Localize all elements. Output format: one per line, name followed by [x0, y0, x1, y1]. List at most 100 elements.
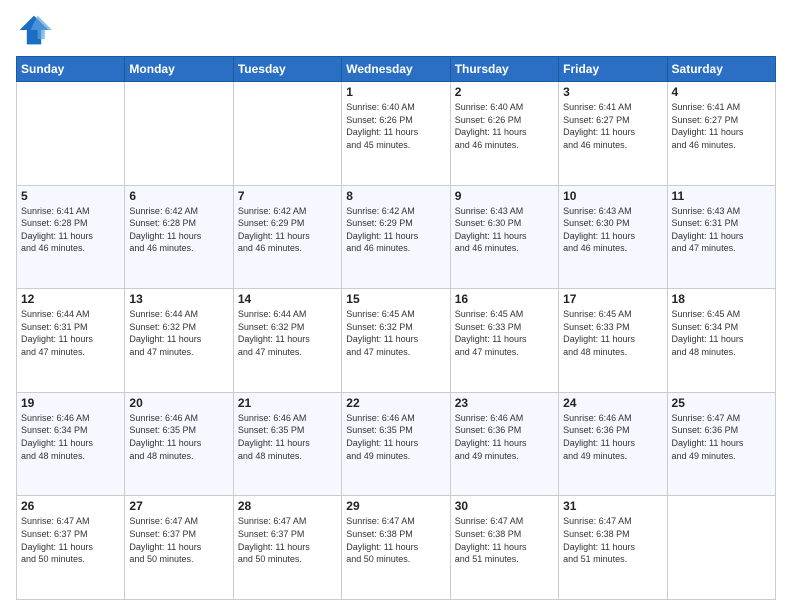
day-number: 18 — [672, 292, 771, 306]
day-info: Sunrise: 6:46 AM Sunset: 6:35 PM Dayligh… — [346, 412, 445, 462]
calendar-header-wednesday: Wednesday — [342, 57, 450, 82]
day-number: 11 — [672, 189, 771, 203]
calendar-header-monday: Monday — [125, 57, 233, 82]
day-number: 23 — [455, 396, 554, 410]
day-number: 13 — [129, 292, 228, 306]
calendar-cell: 18 Sunrise: 6:45 AM Sunset: 6:34 PM Dayli… — [667, 289, 775, 393]
day-info: Sunrise: 6:47 AM Sunset: 6:36 PM Dayligh… — [672, 412, 771, 462]
day-info: Sunrise: 6:41 AM Sunset: 6:27 PM Dayligh… — [563, 101, 662, 151]
day-info: Sunrise: 6:47 AM Sunset: 6:37 PM Dayligh… — [238, 515, 337, 565]
calendar-cell: 22 Sunrise: 6:46 AM Sunset: 6:35 PM Dayli… — [342, 392, 450, 496]
day-number: 8 — [346, 189, 445, 203]
day-number: 27 — [129, 499, 228, 513]
day-number: 14 — [238, 292, 337, 306]
calendar-week-2: 12 Sunrise: 6:44 AM Sunset: 6:31 PM Dayli… — [17, 289, 776, 393]
calendar-cell — [233, 82, 341, 186]
day-number: 25 — [672, 396, 771, 410]
calendar-cell — [125, 82, 233, 186]
header — [16, 12, 776, 48]
calendar-cell: 4Sunrise: 6:41 AM Sunset: 6:27 PM Daylig… — [667, 82, 775, 186]
day-info: Sunrise: 6:45 AM Sunset: 6:32 PM Dayligh… — [346, 308, 445, 358]
day-info: Sunrise: 6:45 AM Sunset: 6:34 PM Dayligh… — [672, 308, 771, 358]
day-number: 15 — [346, 292, 445, 306]
day-number: 10 — [563, 189, 662, 203]
day-info: Sunrise: 6:45 AM Sunset: 6:33 PM Dayligh… — [563, 308, 662, 358]
day-info: Sunrise: 6:47 AM Sunset: 6:38 PM Dayligh… — [563, 515, 662, 565]
day-number: 19 — [21, 396, 120, 410]
day-number: 12 — [21, 292, 120, 306]
day-info: Sunrise: 6:40 AM Sunset: 6:26 PM Dayligh… — [455, 101, 554, 151]
day-number: 9 — [455, 189, 554, 203]
day-number: 29 — [346, 499, 445, 513]
day-number: 21 — [238, 396, 337, 410]
calendar-week-0: 1 Sunrise: 6:40 AM Sunset: 6:26 PM Daylig… — [17, 82, 776, 186]
day-info: Sunrise: 6:42 AM Sunset: 6:29 PM Dayligh… — [346, 205, 445, 255]
day-info: Sunrise: 6:42 AM Sunset: 6:28 PM Dayligh… — [129, 205, 228, 255]
day-info: Sunrise: 6:44 AM Sunset: 6:32 PM Dayligh… — [238, 308, 337, 358]
day-number: 2 — [455, 85, 554, 99]
day-info: Sunrise: 6:47 AM Sunset: 6:38 PM Dayligh… — [346, 515, 445, 565]
day-number: 1 — [346, 85, 445, 99]
day-info: Sunrise: 6:45 AM Sunset: 6:33 PM Dayligh… — [455, 308, 554, 358]
day-number: 28 — [238, 499, 337, 513]
calendar-week-3: 19 Sunrise: 6:46 AM Sunset: 6:34 PM Dayli… — [17, 392, 776, 496]
calendar-header-row: SundayMondayTuesdayWednesdayThursdayFrid… — [17, 57, 776, 82]
day-info: Sunrise: 6:44 AM Sunset: 6:31 PM Dayligh… — [21, 308, 120, 358]
day-info: Sunrise: 6:47 AM Sunset: 6:37 PM Dayligh… — [21, 515, 120, 565]
day-number: 16 — [455, 292, 554, 306]
calendar-cell: 29 Sunrise: 6:47 AM Sunset: 6:38 PM Dayli… — [342, 496, 450, 600]
calendar-header-thursday: Thursday — [450, 57, 558, 82]
day-number: 31 — [563, 499, 662, 513]
calendar-cell: 25 Sunrise: 6:47 AM Sunset: 6:36 PM Dayli… — [667, 392, 775, 496]
calendar-cell — [667, 496, 775, 600]
day-number: 5 — [21, 189, 120, 203]
day-number: 20 — [129, 396, 228, 410]
calendar-cell: 15 Sunrise: 6:45 AM Sunset: 6:32 PM Dayli… — [342, 289, 450, 393]
calendar-cell: 17 Sunrise: 6:45 AM Sunset: 6:33 PM Dayli… — [559, 289, 667, 393]
calendar-header-tuesday: Tuesday — [233, 57, 341, 82]
calendar-cell — [17, 82, 125, 186]
calendar-cell: 8 Sunrise: 6:42 AM Sunset: 6:29 PM Daylig… — [342, 185, 450, 289]
calendar-header-friday: Friday — [559, 57, 667, 82]
day-number: 24 — [563, 396, 662, 410]
calendar-cell: 2 Sunrise: 6:40 AM Sunset: 6:26 PM Daylig… — [450, 82, 558, 186]
day-info: Sunrise: 6:41 AM Sunset: 6:28 PM Dayligh… — [21, 205, 120, 255]
calendar-cell: 27 Sunrise: 6:47 AM Sunset: 6:37 PM Dayli… — [125, 496, 233, 600]
calendar-cell: 9Sunrise: 6:43 AM Sunset: 6:30 PM Daylig… — [450, 185, 558, 289]
day-info: Sunrise: 6:42 AM Sunset: 6:29 PM Dayligh… — [238, 205, 337, 255]
day-number: 17 — [563, 292, 662, 306]
day-info: Sunrise: 6:46 AM Sunset: 6:36 PM Dayligh… — [455, 412, 554, 462]
day-info: Sunrise: 6:41 AM Sunset: 6:27 PM Dayligh… — [672, 101, 771, 151]
calendar-cell: 10 Sunrise: 6:43 AM Sunset: 6:30 PM Dayli… — [559, 185, 667, 289]
calendar-cell: 30 Sunrise: 6:47 AM Sunset: 6:38 PM Dayli… — [450, 496, 558, 600]
day-info: Sunrise: 6:46 AM Sunset: 6:35 PM Dayligh… — [129, 412, 228, 462]
calendar-cell: 1 Sunrise: 6:40 AM Sunset: 6:26 PM Daylig… — [342, 82, 450, 186]
day-info: Sunrise: 6:46 AM Sunset: 6:35 PM Dayligh… — [238, 412, 337, 462]
day-info: Sunrise: 6:43 AM Sunset: 6:30 PM Dayligh… — [563, 205, 662, 255]
calendar-cell: 24Sunrise: 6:46 AM Sunset: 6:36 PM Dayli… — [559, 392, 667, 496]
day-info: Sunrise: 6:47 AM Sunset: 6:38 PM Dayligh… — [455, 515, 554, 565]
day-info: Sunrise: 6:43 AM Sunset: 6:31 PM Dayligh… — [672, 205, 771, 255]
calendar-cell: 26Sunrise: 6:47 AM Sunset: 6:37 PM Dayli… — [17, 496, 125, 600]
calendar-cell: 3 Sunrise: 6:41 AM Sunset: 6:27 PM Daylig… — [559, 82, 667, 186]
calendar-week-4: 26Sunrise: 6:47 AM Sunset: 6:37 PM Dayli… — [17, 496, 776, 600]
calendar-cell: 7 Sunrise: 6:42 AM Sunset: 6:29 PM Daylig… — [233, 185, 341, 289]
day-number: 30 — [455, 499, 554, 513]
calendar-cell: 5 Sunrise: 6:41 AM Sunset: 6:28 PM Daylig… — [17, 185, 125, 289]
day-number: 7 — [238, 189, 337, 203]
day-info: Sunrise: 6:44 AM Sunset: 6:32 PM Dayligh… — [129, 308, 228, 358]
calendar-table: SundayMondayTuesdayWednesdayThursdayFrid… — [16, 56, 776, 600]
day-number: 22 — [346, 396, 445, 410]
calendar-cell: 31 Sunrise: 6:47 AM Sunset: 6:38 PM Dayli… — [559, 496, 667, 600]
day-info: Sunrise: 6:47 AM Sunset: 6:37 PM Dayligh… — [129, 515, 228, 565]
calendar-cell: 6 Sunrise: 6:42 AM Sunset: 6:28 PM Daylig… — [125, 185, 233, 289]
day-number: 3 — [563, 85, 662, 99]
day-info: Sunrise: 6:40 AM Sunset: 6:26 PM Dayligh… — [346, 101, 445, 151]
calendar-cell: 14 Sunrise: 6:44 AM Sunset: 6:32 PM Dayli… — [233, 289, 341, 393]
day-number: 6 — [129, 189, 228, 203]
calendar-header-saturday: Saturday — [667, 57, 775, 82]
calendar-cell: 21 Sunrise: 6:46 AM Sunset: 6:35 PM Dayli… — [233, 392, 341, 496]
day-info: Sunrise: 6:46 AM Sunset: 6:34 PM Dayligh… — [21, 412, 120, 462]
page: SundayMondayTuesdayWednesdayThursdayFrid… — [0, 0, 792, 612]
calendar-cell: 19 Sunrise: 6:46 AM Sunset: 6:34 PM Dayli… — [17, 392, 125, 496]
